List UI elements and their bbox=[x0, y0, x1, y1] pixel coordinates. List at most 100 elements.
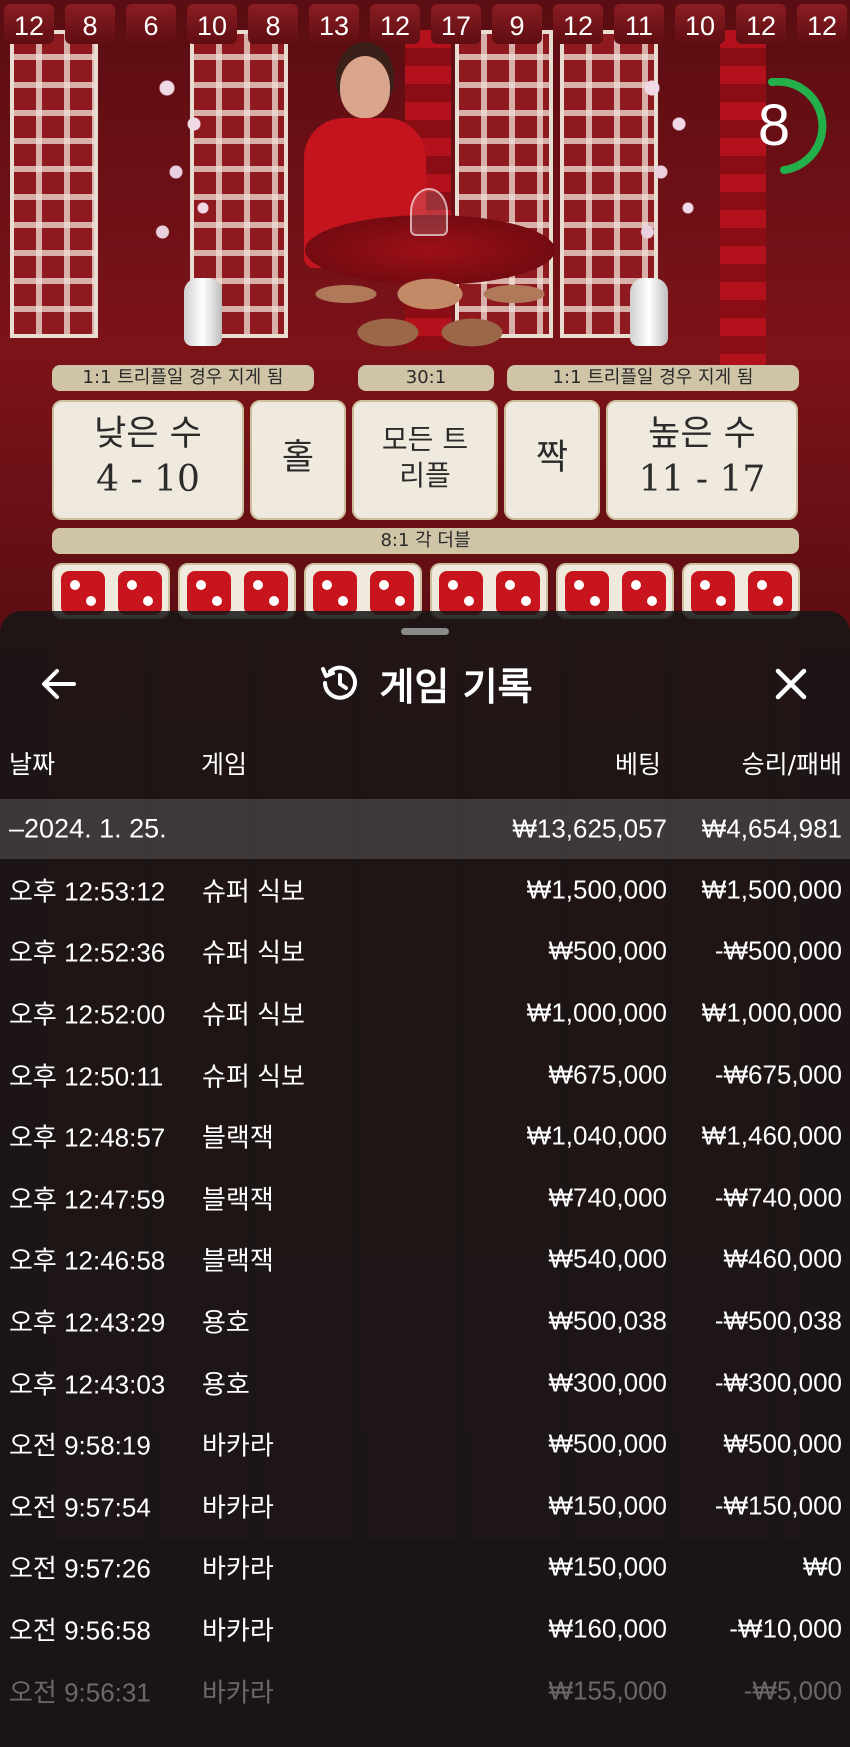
row-bet: ₩1,000,000 bbox=[526, 997, 667, 1028]
bet-even[interactable]: 짝 bbox=[504, 400, 600, 520]
row-time: 오후 12:43:29 bbox=[9, 1307, 166, 1338]
table-row[interactable]: 오후 12:43:03 용호 ₩300,000 -₩300,000 bbox=[0, 1352, 850, 1414]
bet-low[interactable]: 낮은 수 4 - 10 bbox=[52, 400, 244, 520]
row-bet: ₩675,000 bbox=[548, 1059, 667, 1090]
table-row[interactable]: 오전 9:57:26 바카라 ₩150,000 ₩0 bbox=[0, 1537, 850, 1599]
row-winloss: -₩10,000 bbox=[729, 1613, 842, 1644]
date-group-row[interactable]: –2024. 1. 25. ₩13,625,057 ₩4,654,981 bbox=[0, 799, 850, 859]
table-row[interactable]: 오후 12:43:29 용호 ₩500,038 -₩500,038 bbox=[0, 1290, 850, 1352]
history-result: 13 bbox=[309, 4, 359, 44]
die-icon bbox=[495, 571, 540, 615]
row-time: 오전 9:57:54 bbox=[9, 1492, 151, 1523]
history-result: 17 bbox=[431, 4, 481, 44]
row-game: 바카라 bbox=[202, 1615, 274, 1646]
row-game: 바카라 bbox=[202, 1492, 274, 1523]
table-row[interactable]: 오전 9:56:31 바카라 ₩155,000 -₩5,000 bbox=[0, 1660, 850, 1722]
row-game: 슈퍼 식보 bbox=[202, 937, 305, 968]
bet-odd-label: 홀 bbox=[281, 438, 315, 478]
vase bbox=[184, 278, 222, 346]
row-winloss: ₩500,000 bbox=[723, 1428, 842, 1459]
row-winloss: -₩500,038 bbox=[714, 1305, 842, 1336]
row-game: 용호 bbox=[202, 1369, 250, 1400]
column-header-date: 날짜 bbox=[9, 750, 56, 779]
row-time: 오후 12:47:59 bbox=[9, 1184, 166, 1215]
row-game: 슈퍼 식보 bbox=[202, 1061, 305, 1092]
die-icon bbox=[243, 571, 288, 615]
row-time: 오후 12:52:00 bbox=[9, 999, 166, 1030]
table-row[interactable]: 오후 12:52:36 슈퍼 식보 ₩500,000 -₩500,000 bbox=[0, 921, 850, 983]
odds-strip-right: 1:1 트리플일 경우 지게 됨 bbox=[507, 365, 799, 391]
table-row[interactable]: 오후 12:47:59 블랙잭 ₩740,000 -₩740,000 bbox=[0, 1167, 850, 1229]
vase bbox=[630, 278, 668, 346]
history-result: 9 bbox=[492, 4, 542, 44]
history-result: 12 bbox=[553, 4, 603, 44]
odds-strip-mid: 30:1 bbox=[358, 365, 494, 391]
history-result: 10 bbox=[187, 4, 237, 44]
row-game: 슈퍼 식보 bbox=[202, 999, 305, 1030]
results-history-strip: 12 8 6 10 8 13 12 17 9 12 11 10 12 12 bbox=[4, 4, 847, 44]
row-bet: ₩540,000 bbox=[548, 1243, 667, 1274]
date-group-bet-total: ₩13,625,057 bbox=[512, 813, 667, 844]
die-icon bbox=[60, 571, 105, 615]
timer-value: 8 bbox=[757, 93, 791, 158]
row-game: 블랙잭 bbox=[202, 1122, 274, 1153]
history-result: 12 bbox=[4, 4, 54, 44]
table-row[interactable]: 오후 12:53:12 슈퍼 식보 ₩1,500,000 ₩1,500,000 bbox=[0, 859, 850, 921]
row-time: 오전 9:58:19 bbox=[9, 1430, 151, 1461]
row-winloss: -₩300,000 bbox=[714, 1367, 842, 1398]
bet-high[interactable]: 높은 수 11 - 17 bbox=[606, 400, 798, 520]
bet-high-range: 11 - 17 bbox=[638, 459, 766, 500]
row-bet: ₩155,000 bbox=[548, 1675, 667, 1706]
row-time: 오후 12:43:03 bbox=[9, 1369, 166, 1400]
row-bet: ₩300,000 bbox=[548, 1367, 667, 1398]
bet-odd[interactable]: 홀 bbox=[250, 400, 346, 520]
table-row[interactable]: 오전 9:58:19 바카라 ₩500,000 ₩500,000 bbox=[0, 1413, 850, 1475]
row-game: 블랙잭 bbox=[202, 1184, 274, 1215]
die-icon bbox=[438, 571, 483, 615]
row-time: 오전 9:56:58 bbox=[9, 1615, 151, 1646]
history-result: 12 bbox=[797, 4, 847, 44]
close-x-icon bbox=[775, 668, 807, 700]
sheet-drag-handle[interactable] bbox=[401, 628, 449, 635]
row-bet: ₩1,040,000 bbox=[526, 1120, 667, 1151]
row-game: 바카라 bbox=[202, 1553, 274, 1584]
column-header-bet: 베팅 bbox=[614, 750, 661, 779]
history-result: 10 bbox=[675, 4, 725, 44]
bet-even-label: 짝 bbox=[535, 438, 569, 478]
history-result: 8 bbox=[248, 4, 298, 44]
date-group-winloss-total: ₩4,654,981 bbox=[701, 813, 842, 844]
date-group-label: –2024. 1. 25. bbox=[9, 813, 167, 844]
close-button[interactable] bbox=[768, 661, 814, 707]
odds-strip-double: 8:1 각 더블 bbox=[52, 528, 799, 554]
bet-any-triple[interactable]: 모든 트리플 bbox=[352, 400, 498, 520]
row-bet: ₩150,000 bbox=[548, 1490, 667, 1521]
row-time: 오후 12:46:58 bbox=[9, 1245, 166, 1276]
column-header-winloss: 승리/패배 bbox=[741, 750, 842, 779]
table-row[interactable]: 오전 9:56:58 바카라 ₩160,000 -₩10,000 bbox=[0, 1598, 850, 1660]
table-row[interactable]: 오후 12:52:00 슈퍼 식보 ₩1,000,000 ₩1,000,000 bbox=[0, 982, 850, 1044]
history-result: 12 bbox=[370, 4, 420, 44]
row-game: 바카라 bbox=[202, 1430, 274, 1461]
bet-low-label: 낮은 수 bbox=[94, 414, 202, 454]
page-title: 게임 기록 bbox=[379, 664, 533, 709]
row-winloss: -₩675,000 bbox=[714, 1059, 842, 1090]
row-game: 블랙잭 bbox=[202, 1245, 274, 1276]
row-time: 오전 9:57:26 bbox=[9, 1553, 151, 1584]
lotus-base bbox=[290, 250, 570, 360]
row-winloss: -₩150,000 bbox=[714, 1490, 842, 1521]
row-winloss: ₩1,500,000 bbox=[701, 874, 842, 905]
die-icon bbox=[369, 571, 414, 615]
table-row[interactable]: 오전 9:57:54 바카라 ₩150,000 -₩150,000 bbox=[0, 1475, 850, 1537]
table-row[interactable]: 오후 12:46:58 블랙잭 ₩540,000 ₩460,000 bbox=[0, 1229, 850, 1291]
table-row[interactable]: 오후 12:50:11 슈퍼 식보 ₩675,000 -₩675,000 bbox=[0, 1044, 850, 1106]
row-winloss: ₩1,000,000 bbox=[701, 997, 842, 1028]
blossom-decor bbox=[140, 40, 230, 280]
history-result: 8 bbox=[65, 4, 115, 44]
history-clock-icon bbox=[321, 665, 358, 700]
table-row[interactable]: 오후 12:48:57 블랙잭 ₩1,040,000 ₩1,460,000 bbox=[0, 1105, 850, 1167]
row-winloss: ₩1,460,000 bbox=[701, 1120, 842, 1151]
die-icon bbox=[117, 571, 162, 615]
row-time: 오후 12:52:36 bbox=[9, 937, 166, 968]
row-bet: ₩740,000 bbox=[548, 1182, 667, 1213]
countdown-timer: 8 bbox=[732, 78, 828, 174]
